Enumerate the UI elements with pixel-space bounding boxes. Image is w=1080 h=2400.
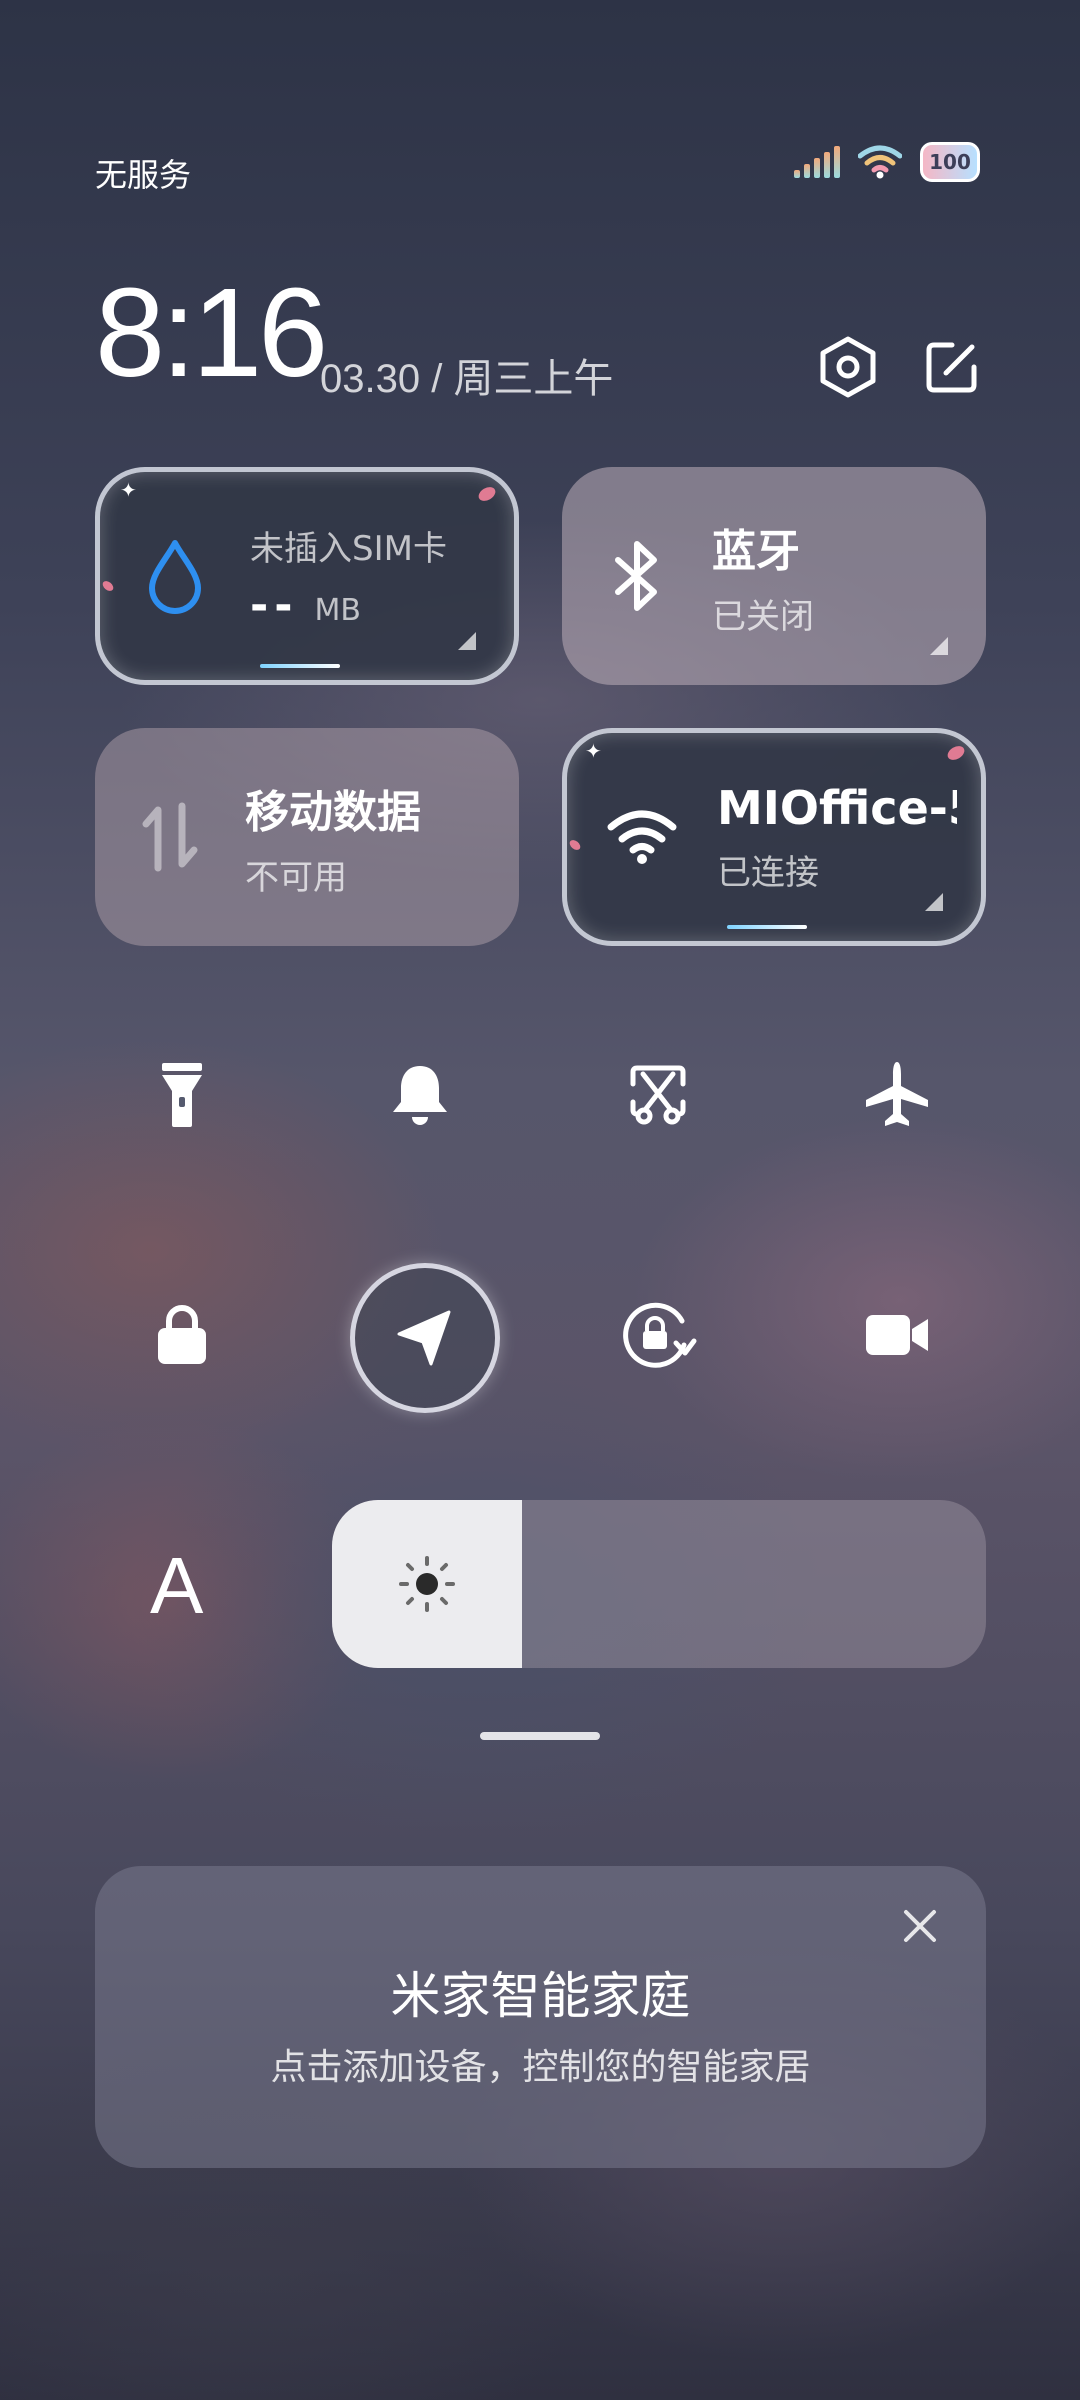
brightness-slider[interactable] xyxy=(332,1500,986,1668)
mobile-data-label: 移动数据 xyxy=(245,786,421,838)
bell-icon xyxy=(393,1066,447,1125)
mobile-data-tile[interactable]: 移动数据 不可用 xyxy=(95,728,519,946)
bluetooth-status: 已关闭 xyxy=(712,596,814,637)
font-size-toggle[interactable]: A xyxy=(150,1540,203,1632)
airplane-icon xyxy=(866,1062,928,1126)
screenshot-toggle[interactable] xyxy=(598,1035,718,1155)
rotation-lock-toggle[interactable] xyxy=(598,1275,718,1395)
data-usage-title: 未插入SIM卡 xyxy=(250,529,447,569)
screen-record-toggle[interactable] xyxy=(837,1275,957,1395)
wifi-status: 已连接 xyxy=(717,852,819,893)
settings-icon xyxy=(820,336,876,398)
wifi-icon xyxy=(607,810,677,864)
screenshot-scissors-icon xyxy=(630,1065,686,1125)
lock-screen-toggle[interactable] xyxy=(122,1275,242,1395)
lock-icon xyxy=(158,1305,206,1364)
sparkle-decoration: ✦ xyxy=(585,739,602,763)
wifi-tile[interactable]: ✦ MIOffice-5 已连接 xyxy=(562,728,986,946)
bluetooth-icon xyxy=(615,541,657,611)
flashlight-icon xyxy=(162,1063,202,1127)
airplane-mode-toggle[interactable] xyxy=(837,1035,957,1155)
battery-icon: 100 xyxy=(920,142,980,182)
signal-icon xyxy=(794,146,840,178)
expand-corner-icon[interactable] xyxy=(925,893,943,911)
petal-decoration xyxy=(945,743,967,763)
tile-accent-line xyxy=(727,925,807,929)
location-toggle[interactable] xyxy=(350,1263,500,1413)
water-drop-icon xyxy=(149,540,201,614)
rotation-lock-icon xyxy=(623,1302,697,1368)
edit-icon xyxy=(926,342,977,393)
sun-icon xyxy=(398,1556,455,1612)
wifi-status-icon xyxy=(858,145,902,179)
mobile-data-status: 不可用 xyxy=(245,857,347,898)
smart-home-card[interactable]: 米家智能家庭 点击添加设备，控制您的智能家居 xyxy=(95,1866,986,2168)
brightness-fill xyxy=(332,1500,522,1668)
edit-button[interactable] xyxy=(917,332,987,402)
smart-home-title: 米家智能家庭 xyxy=(390,1967,691,2025)
data-usage-tile[interactable]: ✦ 未插入SIM卡 -- MB xyxy=(95,467,519,685)
wifi-network-name: MIOffice-5 xyxy=(717,780,957,835)
clock-time[interactable]: 8:16 xyxy=(95,270,328,396)
flashlight-toggle[interactable] xyxy=(122,1035,242,1155)
panel-drag-handle[interactable] xyxy=(480,1732,600,1740)
mute-toggle[interactable] xyxy=(360,1035,480,1155)
settings-button[interactable] xyxy=(813,332,883,402)
mobile-data-icon xyxy=(142,802,198,872)
expand-corner-icon[interactable] xyxy=(458,632,476,650)
data-usage-value: -- xyxy=(250,580,299,631)
smart-home-subtitle: 点击添加设备，控制您的智能家居 xyxy=(270,2047,811,2088)
bluetooth-tile[interactable]: 蓝牙 已关闭 xyxy=(562,467,986,685)
card-close-button[interactable] xyxy=(890,1896,950,1956)
location-arrow-icon xyxy=(397,1310,451,1366)
close-icon xyxy=(904,1910,936,1942)
data-usage-unit: MB xyxy=(314,593,361,628)
video-camera-icon xyxy=(866,1315,928,1355)
sparkle-decoration: ✦ xyxy=(120,478,137,502)
status-icons: 100 xyxy=(794,142,980,182)
battery-level: 100 xyxy=(929,150,971,174)
carrier-status: 无服务 xyxy=(95,156,192,194)
tile-accent-line xyxy=(260,664,340,668)
petal-decoration xyxy=(476,484,498,504)
clock-date[interactable]: 03.30 / 周三上午 xyxy=(320,346,613,404)
expand-corner-icon[interactable] xyxy=(930,637,948,655)
bluetooth-label: 蓝牙 xyxy=(712,525,800,577)
